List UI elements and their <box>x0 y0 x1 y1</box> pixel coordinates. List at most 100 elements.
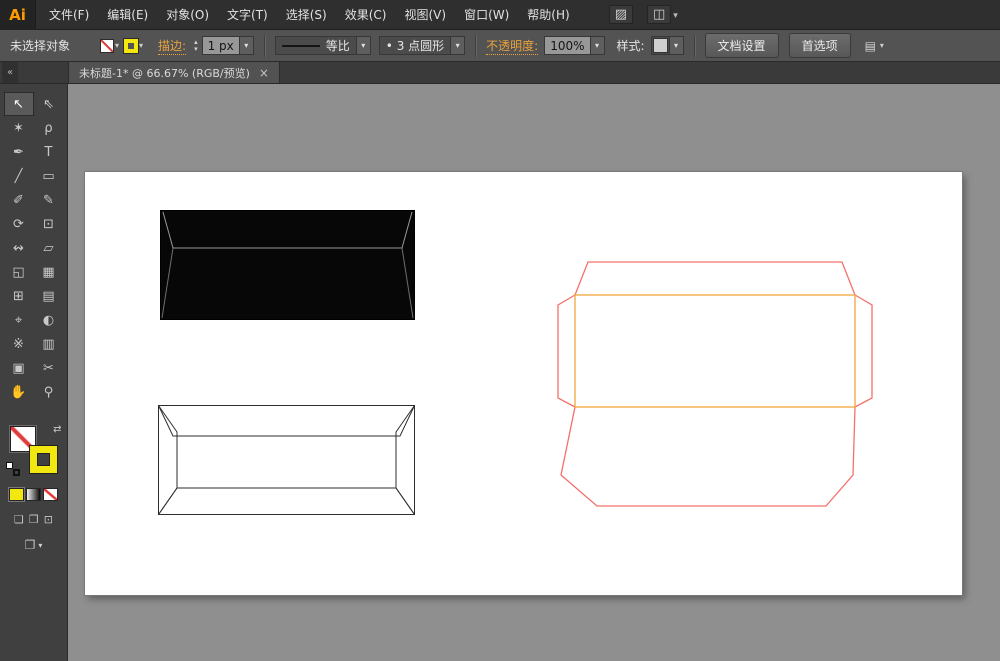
menu-item-file[interactable]: 文件(F) <box>40 0 98 30</box>
gradient-tool-icon: ▤ <box>42 289 54 304</box>
gradient-tool[interactable]: ▤ <box>34 284 64 308</box>
draw-inside-button[interactable]: ⊡ <box>44 513 53 526</box>
black-envelope-shapes <box>161 211 415 320</box>
opacity-dropdown[interactable]: ▾ <box>590 37 604 54</box>
type-tool-icon: T <box>45 145 53 160</box>
menu-item-effect[interactable]: 效果(C) <box>336 0 396 30</box>
column-graph-tool[interactable]: ▥ <box>34 332 64 356</box>
divider <box>475 35 476 57</box>
color-button[interactable] <box>9 488 24 501</box>
type-tool[interactable]: T <box>34 140 64 164</box>
menu-item-type[interactable]: 文字(T) <box>218 0 277 30</box>
selection-tool-icon: ↖ <box>13 97 24 112</box>
artboard-tool[interactable]: ▣ <box>4 356 34 380</box>
shape-builder-tool[interactable]: ◱ <box>4 260 34 284</box>
hand-tool[interactable]: ✋ <box>4 380 34 404</box>
menu-item-object[interactable]: 对象(O) <box>157 0 218 30</box>
drawing-modes: ❏ ❐ ⊡ <box>0 513 67 526</box>
stepper-down-icon[interactable]: ▾ <box>192 46 200 53</box>
pen-tool[interactable]: ✒ <box>4 140 34 164</box>
width-profile-label: 等比 <box>326 37 350 54</box>
toolbar-collapse-button[interactable]: « <box>2 62 18 83</box>
menu-item-select[interactable]: 选择(S) <box>277 0 336 30</box>
pencil-tool[interactable]: ✎ <box>34 188 64 212</box>
scale-tool-icon: ⊡ <box>43 217 54 232</box>
menu-item-edit[interactable]: 编辑(E) <box>98 0 157 30</box>
line-segment-tool[interactable]: ╱ <box>4 164 34 188</box>
brush-definition-select[interactable]: • 3 点圆形 ▾ <box>379 36 465 55</box>
stroke-swatch[interactable] <box>30 446 57 473</box>
mesh-tool[interactable]: ⊞ <box>4 284 34 308</box>
arrange-documents-icon: ◫ <box>647 5 671 24</box>
scale-tool[interactable]: ⊡ <box>34 212 64 236</box>
selection-status-label: 未选择对象 <box>10 37 70 54</box>
close-icon[interactable]: × <box>259 66 269 80</box>
blend-tool[interactable]: ◐ <box>34 308 64 332</box>
dieline-shapes <box>558 262 872 506</box>
fill-color-swatch[interactable] <box>100 39 114 53</box>
selection-tool[interactable]: ↖ <box>4 92 34 116</box>
variable-width-profile-select[interactable]: 等比 ▾ <box>275 36 371 55</box>
canvas[interactable] <box>68 84 1000 661</box>
chevron-down-icon[interactable]: ▾ <box>139 41 143 50</box>
control-panel-menu-button[interactable]: ▤ ▾ <box>865 39 889 53</box>
stroke-weight-stepper[interactable]: ▴ ▾ <box>192 39 200 53</box>
stroke-color-swatch[interactable] <box>124 39 138 53</box>
eyedropper-tool[interactable]: ⌖ <box>4 308 34 332</box>
screen-mode-icon: ❐ <box>25 538 36 552</box>
black-envelope-artwork[interactable] <box>160 210 415 320</box>
document-setup-button[interactable]: 文档设置 <box>705 33 779 58</box>
width-tool[interactable]: ↭ <box>4 236 34 260</box>
opacity-panel-link[interactable]: 不透明度: <box>486 37 538 55</box>
control-bar: 未选择对象 ▾ ▾ 描边: ▴ ▾ 1 px ▾ 等比 ▾ • 3 点圆形 ▾ … <box>0 30 1000 62</box>
direct-selection-tool[interactable]: ⇖ <box>34 92 64 116</box>
zoom-tool[interactable]: ⚲ <box>34 380 64 404</box>
stroke-weight-dropdown[interactable]: ▾ <box>239 37 253 54</box>
perspective-grid-tool[interactable]: ▦ <box>34 260 64 284</box>
draw-normal-button[interactable]: ❏ <box>14 513 24 526</box>
magic-wand-tool[interactable]: ✶ <box>4 116 34 140</box>
menu-item-view[interactable]: 视图(V) <box>395 0 455 30</box>
app-logo: Ai <box>0 0 36 30</box>
opacity-value[interactable]: 100% <box>545 37 589 54</box>
swap-fill-stroke-icon[interactable]: ⇄ <box>53 424 61 435</box>
panel-menu-icon: ▤ <box>865 39 876 53</box>
chevron-down-icon: ▾ <box>673 11 678 21</box>
illustrator-window: Ai 文件(F)编辑(E)对象(O)文字(T)选择(S)效果(C)视图(V)窗口… <box>0 0 1000 661</box>
artboard[interactable] <box>85 172 962 595</box>
pen-tool-icon: ✒ <box>13 145 24 160</box>
fill-stroke-swatch-group: ▾ ▾ <box>100 39 148 53</box>
tools-panel: ↖⇖✶ρ✒T╱▭✐✎⟳⊡↭▱◱▦⊞▤⌖◐※▥▣✂✋⚲ ⇄ ❏❐⊡ ❐ ▾ <box>0 84 68 661</box>
slice-tool[interactable]: ✂ <box>34 356 64 380</box>
style-swatch-select[interactable]: ▾ <box>651 36 684 55</box>
perspective-grid-tool-icon: ▦ <box>42 265 54 280</box>
wireframe-envelope-artwork[interactable] <box>158 405 415 515</box>
document-tab-bar: « 未标题-1* @ 66.67% (RGB/预览) × <box>0 62 1000 84</box>
magic-wand-tool-icon: ✶ <box>13 121 24 136</box>
none-button[interactable] <box>43 488 58 501</box>
lasso-tool[interactable]: ρ <box>34 116 64 140</box>
menu-item-window[interactable]: 窗口(W) <box>455 0 518 30</box>
free-transform-tool[interactable]: ▱ <box>34 236 64 260</box>
screen-mode-button[interactable]: ❐ ▾ <box>0 538 67 552</box>
rectangle-tool[interactable]: ▭ <box>34 164 64 188</box>
width-profile-preview <box>282 45 320 47</box>
paintbrush-tool[interactable]: ✐ <box>4 188 34 212</box>
artboard-tool-icon: ▣ <box>12 361 24 376</box>
stroke-panel-link[interactable]: 描边: <box>158 37 186 55</box>
document-tab[interactable]: 未标题-1* @ 66.67% (RGB/预览) × <box>68 62 280 83</box>
preferences-button[interactable]: 首选项 <box>789 33 851 58</box>
draw-behind-button[interactable]: ❐ <box>29 513 39 526</box>
chevron-down-icon[interactable]: ▾ <box>115 41 119 50</box>
menu-item-help[interactable]: 帮助(H) <box>518 0 578 30</box>
envelope-dieline-artwork[interactable] <box>553 250 873 510</box>
symbol-sprayer-tool[interactable]: ※ <box>4 332 34 356</box>
line-segment-tool-icon: ╱ <box>15 169 23 184</box>
default-fill-stroke-icon[interactable] <box>6 462 20 476</box>
gradient-button[interactable] <box>26 488 41 501</box>
rotate-tool[interactable]: ⟳ <box>4 212 34 236</box>
arrange-documents-button[interactable]: ◫▾ <box>647 7 678 22</box>
eyedropper-tool-icon: ⌖ <box>15 313 22 328</box>
bridge-icon[interactable]: ▨ <box>609 5 633 24</box>
stroke-weight-value[interactable]: 1 px <box>203 37 239 54</box>
